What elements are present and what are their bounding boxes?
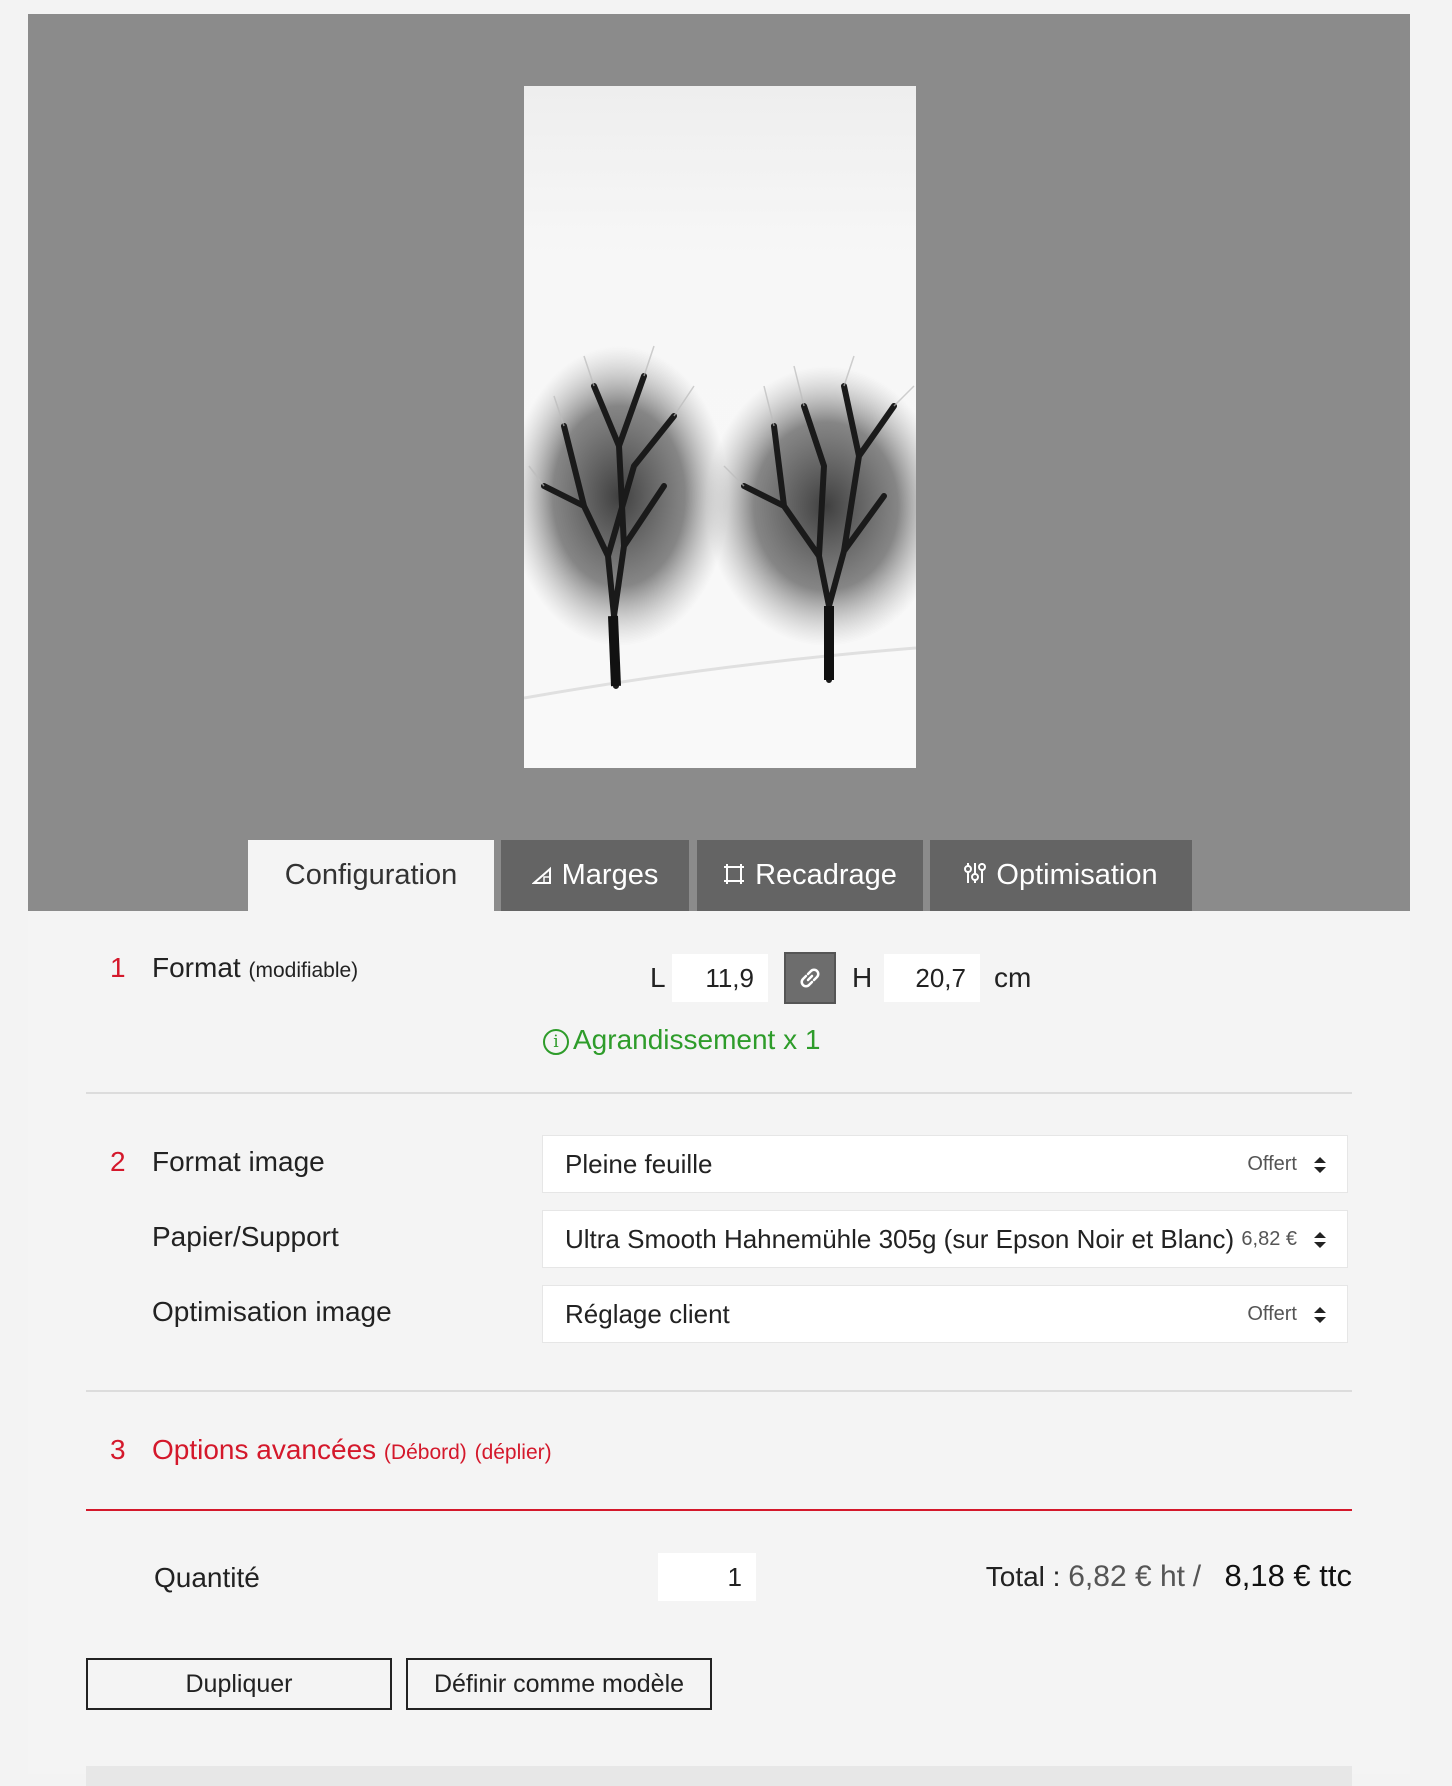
paper-support-price: 6,82 € (1241, 1228, 1297, 1250)
tab-recadrage-label: Recadrage (755, 859, 897, 891)
image-optimisation-price: Offert (1247, 1303, 1297, 1325)
paper-support-value: Ultra Smooth Hahnemühle 305g (sur Epson … (565, 1224, 1235, 1254)
format-image-label: Format image (152, 1146, 325, 1177)
select-arrows-icon (1314, 1232, 1326, 1248)
tab-recadrage[interactable]: Recadrage (697, 840, 923, 911)
paper-support-label: Papier/Support (152, 1221, 339, 1252)
height-input[interactable] (884, 954, 980, 1002)
enlargement-info: i Agrandissement x 1 (543, 1024, 820, 1056)
step-number-2: 2 (110, 1146, 126, 1177)
info-icon: i (543, 1029, 569, 1055)
total-ttc: 8,18 € ttc (1224, 1558, 1352, 1593)
select-arrows-icon (1314, 1157, 1326, 1173)
step-number-3: 3 (110, 1434, 126, 1465)
quantity-input[interactable] (658, 1553, 756, 1601)
quantity-label: Quantité (154, 1562, 260, 1593)
section-divider-2 (86, 1390, 1352, 1392)
snowy-trees-image (524, 345, 916, 768)
image-optimisation-value: Réglage client (565, 1299, 730, 1329)
format-image-price: Offert (1247, 1153, 1297, 1175)
format-image-select[interactable]: Pleine feuille Offert (542, 1135, 1348, 1193)
set-template-button[interactable]: Définir comme modèle (406, 1658, 712, 1710)
tab-optimisation-label: Optimisation (996, 859, 1158, 891)
image-preview-area: Configuration Marges Recadrage Optimisat… (28, 14, 1410, 911)
photo-preview (524, 86, 916, 768)
enlargement-text: Agrandissement x 1 (573, 1024, 821, 1055)
image-optimisation-label: Optimisation image (152, 1296, 392, 1327)
tab-configuration-label: Configuration (284, 859, 458, 891)
expand-link[interactable]: (déplier) (475, 1441, 552, 1464)
link-ratio-button[interactable] (784, 952, 836, 1004)
total-ht: 6,82 € ht (1068, 1560, 1185, 1593)
advanced-options-label: Options avancées (152, 1434, 377, 1465)
margin-icon (530, 841, 552, 912)
link-icon (800, 968, 820, 988)
height-label: H (852, 962, 873, 993)
bottom-bar (86, 1766, 1352, 1786)
format-note: (modifiable) (248, 959, 359, 982)
section-divider-1 (86, 1092, 1352, 1094)
format-title: Format (152, 952, 241, 983)
width-input[interactable] (672, 954, 768, 1002)
tab-marges-label: Marges (561, 859, 659, 891)
select-arrows-icon (1314, 1307, 1326, 1323)
total-separator: / (1192, 1560, 1202, 1593)
step-number-1: 1 (110, 952, 126, 983)
paper-support-select[interactable]: Ultra Smooth Hahnemühle 305g (sur Epson … (542, 1210, 1348, 1268)
tab-configuration[interactable]: Configuration (248, 840, 494, 911)
format-image-value: Pleine feuille (565, 1149, 713, 1179)
total-label: Total : (985, 1561, 1061, 1592)
crop-icon (723, 841, 745, 912)
bleed-link[interactable]: (Débord) (384, 1441, 467, 1464)
total-price: Total : 6,82 € ht / 8,18 € ttc (986, 1558, 1352, 1594)
sliders-icon (964, 841, 987, 912)
unit-label: cm (994, 962, 1032, 993)
advanced-options: Options avancées (Débord) (déplier) (152, 1434, 552, 1466)
duplicate-button[interactable]: Dupliquer (86, 1658, 392, 1710)
image-optimisation-select[interactable]: Réglage client Offert (542, 1285, 1348, 1343)
width-label: L (650, 962, 666, 993)
format-label: Format (modifiable) (152, 952, 358, 984)
tab-optimisation[interactable]: Optimisation (930, 840, 1192, 911)
section-divider-red (86, 1509, 1352, 1511)
tab-marges[interactable]: Marges (501, 840, 689, 911)
print-config-panel: Configuration Marges Recadrage Optimisat… (28, 14, 1410, 1786)
